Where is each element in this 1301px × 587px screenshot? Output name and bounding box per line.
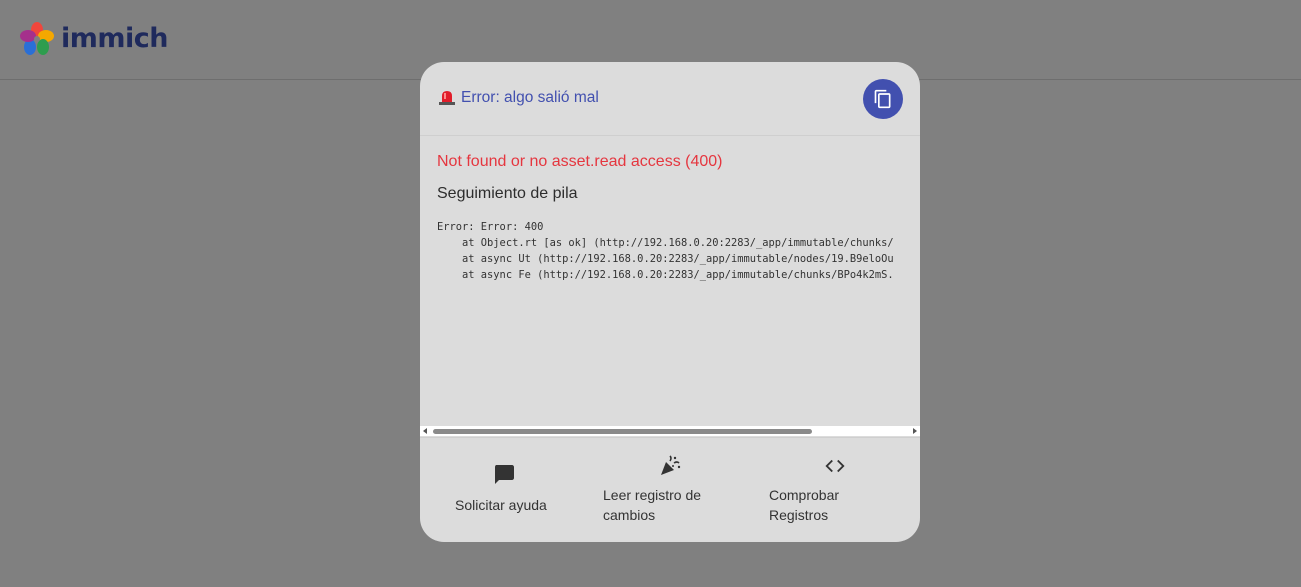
check-logs-label-line1: Comprobar: [769, 487, 840, 503]
dialog-header: Error: algo salió mal: [420, 62, 920, 136]
get-help-button[interactable]: Solicitar ayuda: [450, 438, 570, 538]
immich-pinwheel-icon: [20, 22, 54, 55]
check-logs-label-line2: Registros: [769, 507, 829, 523]
horizontal-scrollbar[interactable]: [420, 426, 920, 436]
siren-icon: [439, 91, 455, 105]
stack-line: at Object.rt [as ok] (http://192.168.0.2…: [437, 237, 894, 249]
get-help-label: Solicitar ayuda: [455, 497, 547, 513]
immich-logo[interactable]: immich: [19, 21, 169, 57]
stack-line: at async Ut (http://192.168.0.20:2283/_a…: [437, 253, 894, 265]
chat-icon: [495, 465, 514, 484]
logo-text: immich: [61, 23, 169, 54]
error-message: Not found or no asset.read access (400): [437, 153, 723, 170]
check-logs-button[interactable]: Comprobar Registros: [765, 438, 885, 538]
stack-trace[interactable]: Error: Error: 400 at Object.rt [as ok] (…: [420, 214, 920, 426]
stack-trace-heading: Seguimiento de pila: [437, 185, 578, 202]
stack-line: Error: Error: 400: [437, 221, 544, 233]
stack-line: at async Fe (http://192.168.0.20:2283/_a…: [437, 269, 894, 281]
party-popper-icon: [661, 455, 681, 475]
dialog-title: Error: algo salió mal: [461, 89, 599, 106]
code-icon: [825, 459, 845, 473]
dialog-actions: Solicitar ayuda Leer registro de cambios…: [420, 437, 920, 542]
read-changelog-button[interactable]: Leer registro de cambios: [600, 438, 730, 538]
copy-icon: [874, 89, 891, 109]
copy-button[interactable]: [863, 79, 903, 119]
read-changelog-label-line2: cambios: [603, 507, 656, 523]
error-dialog: Error: algo salió mal Not found or no as…: [420, 62, 920, 542]
scrollbar-thumb[interactable]: [433, 429, 812, 434]
scroll-left-icon[interactable]: [423, 428, 427, 434]
read-changelog-label-line1: Leer registro de: [603, 487, 702, 503]
scroll-right-icon[interactable]: [913, 428, 917, 434]
